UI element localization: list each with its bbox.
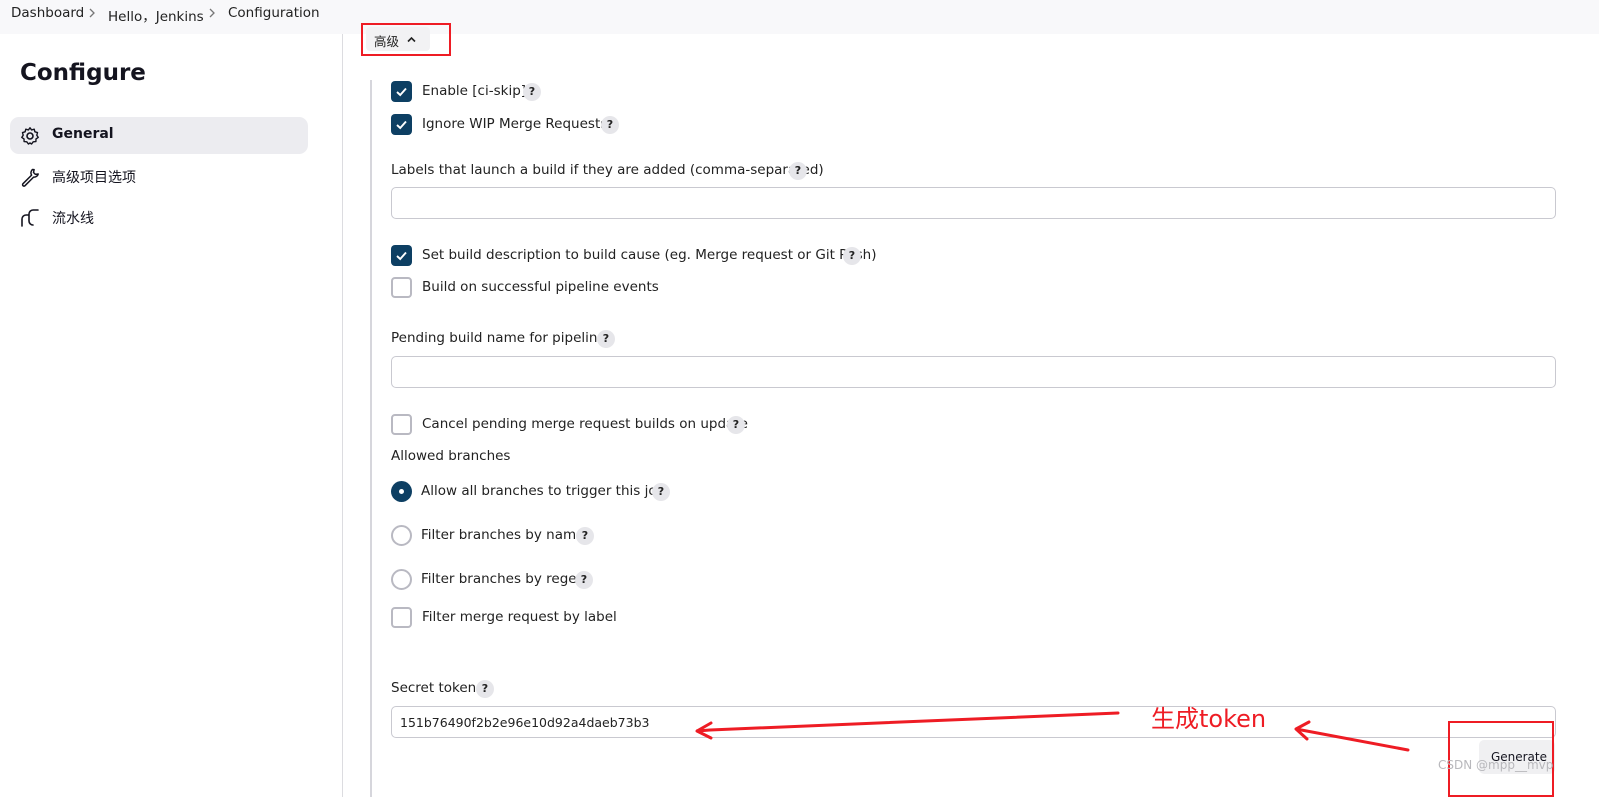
checkbox-label: Enable [ci-skip] [422, 83, 527, 99]
breadcrumb-job[interactable]: Hello，Jenkins [108, 5, 204, 25]
help-icon[interactable]: ? [476, 680, 494, 698]
advanced-toggle-label: 高级 [374, 34, 400, 49]
checkbox-label: Set build description to build cause (eg… [422, 247, 877, 263]
sidebar-item-label: General [52, 126, 114, 142]
enable-ci-skip-checkbox[interactable]: Enable [ci-skip] ? [391, 81, 551, 103]
checkbox-checked[interactable] [391, 245, 412, 266]
sidebar-item-label: 高级项目选项 [52, 170, 136, 186]
check-icon [396, 251, 407, 261]
help-icon[interactable]: ? [601, 116, 619, 134]
help-icon[interactable]: ? [652, 483, 670, 501]
radio-label: Allow all branches to trigger this job [421, 483, 666, 499]
radio-allow-all-branches[interactable]: Allow all branches to trigger this job ? [391, 481, 681, 503]
sidebar-item-pipeline[interactable]: 流水线 [10, 199, 308, 236]
radio-unselected[interactable] [391, 569, 412, 590]
check-icon [396, 87, 407, 97]
sidebar-item-general[interactable]: General [10, 117, 308, 154]
radio-unselected[interactable] [391, 525, 412, 546]
chevron-right-icon [89, 8, 95, 18]
check-icon [396, 120, 407, 130]
sidebar-item-label: 流水线 [52, 211, 94, 227]
radio-label: Filter branches by regex [421, 571, 585, 587]
help-icon[interactable]: ? [523, 83, 541, 101]
chevron-up-icon [407, 36, 416, 43]
radio-filter-by-name[interactable]: Filter branches by name ? [391, 525, 601, 547]
pending-build-name-input[interactable] [391, 356, 1556, 388]
checkbox-label: Filter merge request by label [422, 609, 617, 625]
help-icon[interactable]: ? [789, 162, 807, 180]
divider [342, 34, 343, 797]
help-icon[interactable]: ? [843, 247, 861, 265]
cancel-pending-checkbox[interactable]: Cancel pending merge request builds on u… [391, 414, 751, 436]
wrench-icon [21, 168, 39, 187]
help-icon[interactable]: ? [576, 527, 594, 545]
checkbox-label: Ignore WIP Merge Requests [422, 116, 608, 132]
advanced-toggle-button[interactable]: 高级 [366, 27, 430, 51]
checkbox-label: Cancel pending merge request builds on u… [422, 416, 748, 432]
checkbox-unchecked[interactable] [391, 607, 412, 628]
breadcrumb: Dashboard Hello，Jenkins Configuration [0, 0, 1599, 34]
ignore-wip-checkbox[interactable]: Ignore WIP Merge Requests ? [391, 114, 631, 136]
gear-icon [21, 127, 39, 145]
watermark: CSDN @mpp__mvp [1438, 758, 1554, 772]
pending-build-name-label: Pending build name for pipeline [391, 330, 606, 346]
labels-input[interactable] [391, 187, 1556, 219]
set-build-description-checkbox[interactable]: Set build description to build cause (eg… [391, 245, 877, 267]
radio-selected[interactable] [391, 481, 412, 502]
checkbox-label: Build on successful pipeline events [422, 279, 659, 295]
checkbox-unchecked[interactable] [391, 277, 412, 298]
page-title: Configure [20, 60, 146, 86]
chevron-right-icon [209, 8, 215, 18]
radio-label: Filter branches by name [421, 527, 585, 543]
breadcrumb-dashboard[interactable]: Dashboard [11, 5, 84, 21]
section-indent-line [370, 80, 372, 797]
help-icon[interactable]: ? [597, 330, 615, 348]
help-icon[interactable]: ? [727, 416, 745, 434]
labels-field-label: Labels that launch a build if they are a… [391, 162, 824, 178]
checkbox-unchecked[interactable] [391, 414, 412, 435]
sidebar-item-advanced-project-options[interactable]: 高级项目选项 [10, 158, 308, 195]
build-on-pipeline-checkbox[interactable]: Build on successful pipeline events [391, 277, 659, 299]
checkbox-checked[interactable] [391, 114, 412, 135]
breadcrumb-configuration[interactable]: Configuration [228, 5, 320, 21]
annotation-label: 生成token [1151, 705, 1267, 733]
pipeline-icon [21, 209, 39, 227]
secret-token-input[interactable] [391, 706, 1556, 738]
help-icon[interactable]: ? [575, 571, 593, 589]
allowed-branches-label: Allowed branches [391, 448, 511, 464]
secret-token-label: Secret token [391, 680, 477, 696]
checkbox-checked[interactable] [391, 81, 412, 102]
filter-by-label-checkbox[interactable]: Filter merge request by label [391, 607, 621, 629]
radio-filter-by-regex[interactable]: Filter branches by regex ? [391, 569, 601, 591]
